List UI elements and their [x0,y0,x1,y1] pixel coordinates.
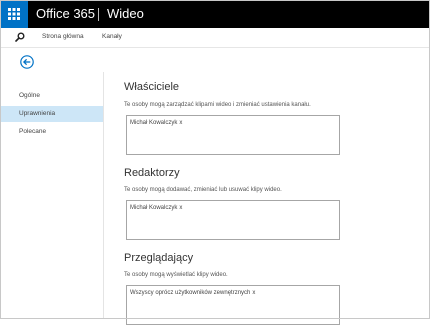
person-name: Michał Kowalczyk [130,205,178,211]
remove-person-button[interactable]: x [252,290,255,296]
app-launcher-icon [8,8,20,20]
header-divider [98,8,99,21]
person-name: Michał Kowalczyk [130,120,178,126]
person-chip: Wszyscy oprócz użytkowników zewnętrznych… [130,289,255,297]
editors-people-picker[interactable]: Michał Kowalczyk x [126,200,340,240]
viewers-people-picker[interactable]: Wszyscy oprócz użytkowników zewnętrznych… [126,285,340,325]
navigation-bar: Strona główna Kanały [0,28,430,47]
sidebar-item-label: Ogólne [19,92,40,99]
owners-heading: Właściciele [124,81,180,93]
search-icon[interactable] [15,32,25,42]
sidebar-item-featured[interactable]: Polecane [0,124,103,140]
app-launcher-button[interactable] [0,0,28,28]
editors-heading: Redaktorzy [124,167,180,179]
editors-description: Te osoby mogą dodawać, zmieniać lub usuw… [124,187,282,193]
viewers-heading: Przeglądający [124,252,194,264]
suite-header: Office 365 Wideo [0,0,430,28]
viewers-description: Te osoby mogą wyświetlać klipy wideo. [124,272,228,278]
nav-channels-link[interactable]: Kanały [102,33,122,41]
back-arrow-icon[interactable] [20,55,34,69]
remove-person-button[interactable]: x [179,120,182,126]
sidebar-item-label: Polecane [19,128,47,135]
person-chip: Michał Kowalczyk x [130,204,182,212]
sidebar-item-general[interactable]: Ogólne [0,88,103,104]
person-name: Wszyscy oprócz użytkowników zewnętrznych [130,290,251,296]
sidebar-item-label: Uprawnienia [19,110,56,117]
sidebar-divider [103,72,104,319]
remove-person-button[interactable]: x [179,205,182,211]
nav-home-link[interactable]: Strona główna [42,33,84,41]
sidebar-item-permissions[interactable]: Uprawnienia [0,106,103,122]
app-title[interactable]: Wideo [107,6,144,22]
owners-description: Te osoby mogą zarządzać klipami wideo i … [124,102,311,108]
brand-label[interactable]: Office 365 [36,6,95,22]
person-chip: Michał Kowalczyk x [130,119,182,127]
owners-people-picker[interactable]: Michał Kowalczyk x [126,115,340,155]
nav-divider [0,47,430,48]
